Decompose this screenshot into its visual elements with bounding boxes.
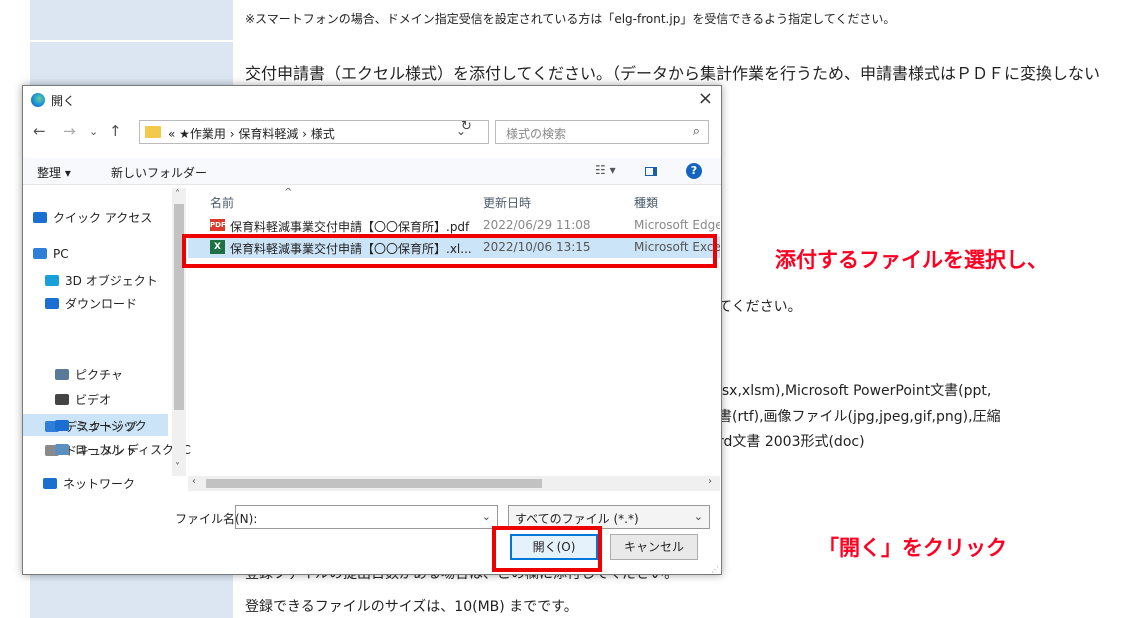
address-bar[interactable]: « ★作業用 › 保育料軽減 › 様式 ⌄: [139, 120, 489, 144]
column-header-type[interactable]: 種類: [634, 194, 658, 211]
file-type: Microsoft Excel: [634, 240, 720, 254]
dialog-titlebar: 開く ×: [23, 86, 721, 114]
file-row[interactable]: PDF 保育料軽減事業交付申請【〇〇保育所】.pdf 2022/06/29 11…: [188, 214, 720, 236]
recent-locations-chevron-icon[interactable]: ⌄: [89, 125, 98, 138]
help-icon[interactable]: ?: [686, 163, 702, 179]
star-icon: [33, 212, 47, 223]
video-icon: [55, 394, 69, 405]
scroll-down-icon[interactable]: ˅: [175, 462, 180, 473]
back-arrow-icon[interactable]: ←: [33, 122, 46, 140]
pictures-icon: [55, 369, 69, 380]
search-icon[interactable]: ⌕: [693, 124, 700, 139]
edge-browser-icon: [31, 93, 45, 107]
up-arrow-icon[interactable]: ↑: [109, 122, 122, 140]
search-box[interactable]: 様式の検索 ⌕: [495, 120, 709, 144]
pc-icon: [33, 248, 47, 259]
dialog-title: 開く: [51, 94, 76, 108]
scroll-left-icon[interactable]: ‹: [192, 476, 196, 487]
close-icon[interactable]: ×: [698, 88, 713, 109]
nav-item-videos[interactable]: ビデオ: [55, 391, 111, 408]
nav-item-pictures[interactable]: ピクチャ: [55, 366, 123, 383]
size-limit-note: 登録できるファイルのサイズは、10(MB) までです。: [245, 599, 578, 615]
row-divider: [30, 40, 1060, 42]
cube-icon: [45, 275, 59, 286]
nav-item-label: ダウンロード: [65, 297, 138, 311]
folder-icon: [145, 126, 161, 138]
excel-file-icon: X: [210, 240, 225, 254]
chevron-down-icon[interactable]: ⌄: [694, 510, 703, 523]
nav-item-label: ミュージック: [75, 419, 147, 433]
refresh-icon[interactable]: ↻: [461, 119, 472, 134]
file-name: 保育料軽減事業交付申請【〇〇保育所】.pdf: [230, 220, 470, 234]
nav-pane-scrollbar[interactable]: ˄ ˅: [172, 188, 186, 476]
nav-item-label: ビデオ: [75, 393, 112, 407]
nav-item-label: 3D オブジェクト: [65, 274, 158, 288]
command-bar: 整理 ▾ 新しいフォルダー ☷ ▾ ?: [23, 158, 721, 185]
nav-item-music[interactable]: ミュージック: [55, 417, 147, 434]
forward-arrow-icon[interactable]: →: [63, 122, 76, 140]
nav-item-network[interactable]: ネットワーク: [43, 475, 135, 492]
file-list-scrollbar[interactable]: ‹ ›: [188, 476, 720, 491]
column-header-date[interactable]: 更新日時: [483, 194, 531, 211]
organize-button[interactable]: 整理 ▾: [37, 164, 71, 181]
nav-item-label: ピクチャ: [75, 368, 123, 382]
scrollbar-thumb[interactable]: [206, 479, 542, 488]
chevron-down-icon[interactable]: ⌄: [482, 510, 491, 523]
cancel-button[interactable]: キャンセル: [610, 534, 698, 560]
view-options-icon[interactable]: ☷ ▾: [595, 163, 616, 177]
open-button[interactable]: 開く(O): [510, 534, 598, 560]
scroll-right-icon[interactable]: ›: [708, 476, 712, 487]
resize-grip-icon[interactable]: ⋰: [711, 565, 719, 574]
annotation-select-file: 添付するファイルを選択し、: [775, 244, 1048, 274]
scrollbar-thumb[interactable]: [174, 204, 184, 410]
navigation-bar: ← → ⌄ ↑ « ★作業用 › 保育料軽減 › 様式 ⌄ ↻ 様式の検索 ⌕: [23, 118, 721, 146]
instruction-fragment: てください。: [718, 299, 802, 315]
sort-indicator-icon: ^: [284, 188, 293, 198]
download-icon: [45, 298, 59, 309]
notice-text: ※スマートフォンの場合、ドメイン指定受信を設定されている方は「elg-front…: [245, 12, 896, 26]
nav-item-local-disk[interactable]: ローカル ディスク (C: [55, 441, 191, 458]
file-date: 2022/10/06 13:15: [483, 240, 591, 254]
nav-item-label: PC: [53, 247, 69, 261]
instruction-text: 交付申請書（エクセル様式）を添付してください。（データから集計作業を行うため、申…: [245, 64, 1101, 83]
nav-item-label: ネットワーク: [63, 477, 136, 491]
file-date: 2022/06/29 11:08: [483, 218, 591, 232]
breadcrumb-overflow[interactable]: «: [168, 127, 175, 141]
pdf-file-icon: PDF: [210, 219, 226, 231]
file-name: 保育料軽減事業交付申請【〇〇保育所】.xl...: [230, 242, 472, 256]
navigation-pane: クイック アクセス PC 3D オブジェクト ダウンロード デスクトップ ドキュ…: [23, 188, 185, 478]
nav-item-label: クイック アクセス: [53, 211, 153, 225]
filetype-fragment: rd文書 2003形式(doc): [718, 434, 865, 450]
column-header-name[interactable]: 名前: [210, 194, 234, 211]
nav-item-3d-objects[interactable]: 3D オブジェクト: [45, 272, 158, 289]
new-folder-button[interactable]: 新しいフォルダー: [111, 164, 207, 181]
filename-input[interactable]: ⌄: [235, 505, 498, 529]
filetype-value: すべてのファイル (*.*): [515, 512, 639, 526]
disk-icon: [55, 444, 69, 455]
breadcrumb-path[interactable]: ★作業用 › 保育料軽減 › 様式: [179, 127, 335, 141]
nav-item-downloads[interactable]: ダウンロード: [45, 295, 137, 312]
filetype-fragment: 書(rtf),画像ファイル(jpg,jpeg,gif,png),圧縮: [718, 409, 1001, 425]
search-placeholder: 様式の検索: [506, 127, 567, 141]
file-type: Microsoft Edge: [634, 218, 720, 232]
annotation-click-open: 「開く」をクリック: [818, 532, 1007, 562]
open-file-dialog: 開く × ← → ⌄ ↑ « ★作業用 › 保育料軽減 › 様式 ⌄ ↻ 様式の…: [22, 85, 722, 575]
file-list: 名前 ^ 更新日時 種類 PDF 保育料軽減事業交付申請【〇〇保育所】.pdf …: [188, 188, 720, 478]
music-icon: [55, 420, 69, 431]
network-icon: [43, 478, 57, 489]
breadcrumb[interactable]: « ★作業用 › 保育料軽減 › 様式: [168, 125, 335, 142]
file-row-selected[interactable]: X 保育料軽減事業交付申請【〇〇保育所】.xl... 2022/10/06 13…: [188, 236, 720, 258]
filetype-select[interactable]: すべてのファイル (*.*) ⌄: [508, 505, 710, 529]
scroll-up-icon[interactable]: ˄: [175, 189, 180, 200]
filetype-fragment: lsx,xlsm),Microsoft PowerPoint文書(ppt,: [718, 383, 992, 399]
nav-item-pc[interactable]: PC: [33, 247, 69, 261]
nav-item-quick-access[interactable]: クイック アクセス: [33, 209, 152, 226]
preview-pane-icon[interactable]: [645, 167, 657, 176]
